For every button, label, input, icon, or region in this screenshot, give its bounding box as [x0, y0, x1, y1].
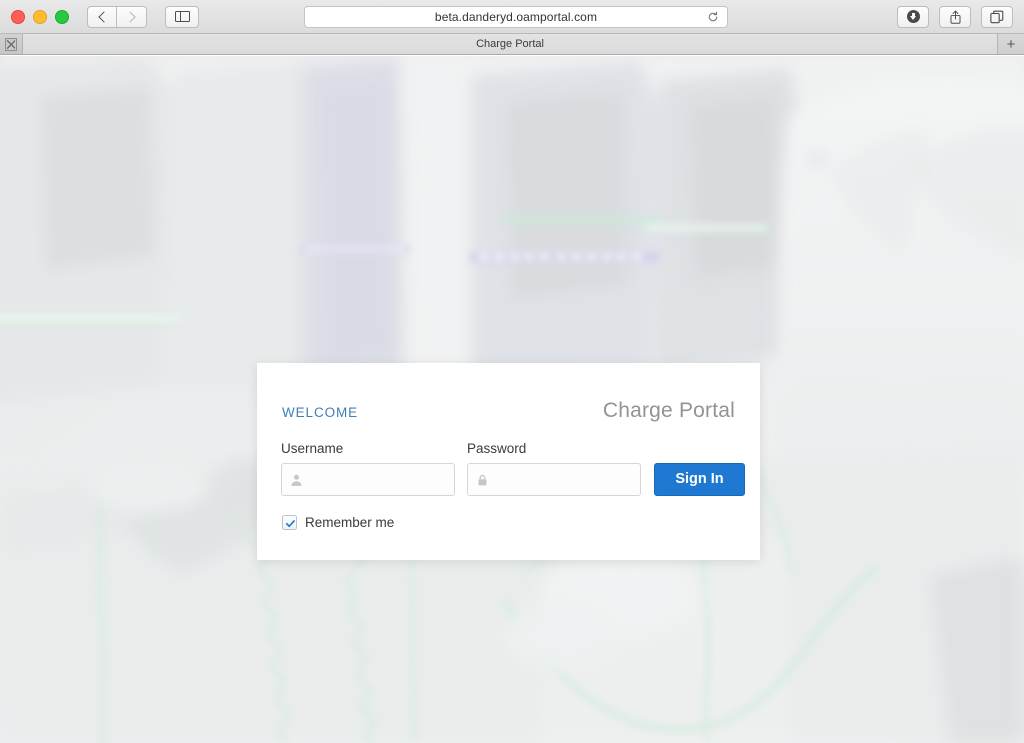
- password-input[interactable]: [467, 463, 641, 496]
- page-title: Charge Portal: [602, 399, 735, 422]
- username-input[interactable]: [281, 463, 455, 496]
- remember-me-label[interactable]: Remember me: [305, 515, 394, 530]
- minimize-window-button[interactable]: [33, 9, 47, 24]
- password-field-group: Password: [467, 441, 641, 496]
- login-card-header: WELCOME Charge Portal: [282, 399, 735, 429]
- window-controls: [0, 9, 69, 24]
- navigation-buttons: [87, 5, 147, 28]
- forward-button[interactable]: [117, 5, 147, 28]
- downloads-button[interactable]: [897, 5, 929, 28]
- sign-in-button[interactable]: Sign In: [654, 463, 745, 496]
- tab-bar: Charge Portal +: [0, 34, 1024, 55]
- address-bar[interactable]: beta.danderyd.oamportal.com: [304, 5, 728, 28]
- tab-favicon: [0, 34, 23, 54]
- sidebar-toggle-button[interactable]: [165, 5, 199, 28]
- password-input-wrap: [467, 463, 641, 496]
- tab-overview-button[interactable]: [981, 5, 1013, 28]
- login-card: WELCOME Charge Portal Username Password: [257, 363, 760, 560]
- page-content: WELCOME Charge Portal Username Password: [0, 56, 1024, 743]
- toolbar-right-buttons: [897, 5, 1013, 28]
- tab-overview-icon: [990, 10, 1004, 23]
- chevron-right-icon: [124, 10, 136, 23]
- close-window-button[interactable]: [11, 9, 25, 24]
- share-button[interactable]: [939, 5, 971, 28]
- remember-me-row: Remember me: [282, 515, 394, 530]
- chevron-left-icon: [97, 10, 110, 23]
- tab-title: Charge Portal: [476, 38, 544, 50]
- download-circle-icon: [906, 10, 920, 23]
- remember-me-checkbox[interactable]: [282, 515, 297, 530]
- maximize-window-button[interactable]: [55, 9, 69, 24]
- browser-toolbar: beta.danderyd.oamportal.com: [0, 0, 1024, 34]
- url-text: beta.danderyd.oamportal.com: [434, 9, 598, 24]
- sidebar-icon: [174, 10, 190, 23]
- new-tab-button[interactable]: +: [998, 34, 1024, 54]
- check-icon: [285, 520, 295, 528]
- browser-window: beta.danderyd.oamportal.com Charge Porta…: [0, 0, 1024, 743]
- username-label: Username: [281, 441, 344, 456]
- broken-image-favicon-icon: [5, 37, 17, 51]
- share-icon: [950, 10, 960, 24]
- plus-icon: +: [1006, 35, 1016, 53]
- username-input-wrap: [281, 463, 455, 496]
- reload-icon[interactable]: [707, 11, 719, 23]
- welcome-label: WELCOME: [282, 405, 359, 420]
- password-label: Password: [467, 441, 527, 456]
- tab-charge-portal[interactable]: Charge Portal: [23, 34, 998, 54]
- back-button[interactable]: [87, 5, 117, 28]
- username-field-group: Username: [281, 441, 455, 496]
